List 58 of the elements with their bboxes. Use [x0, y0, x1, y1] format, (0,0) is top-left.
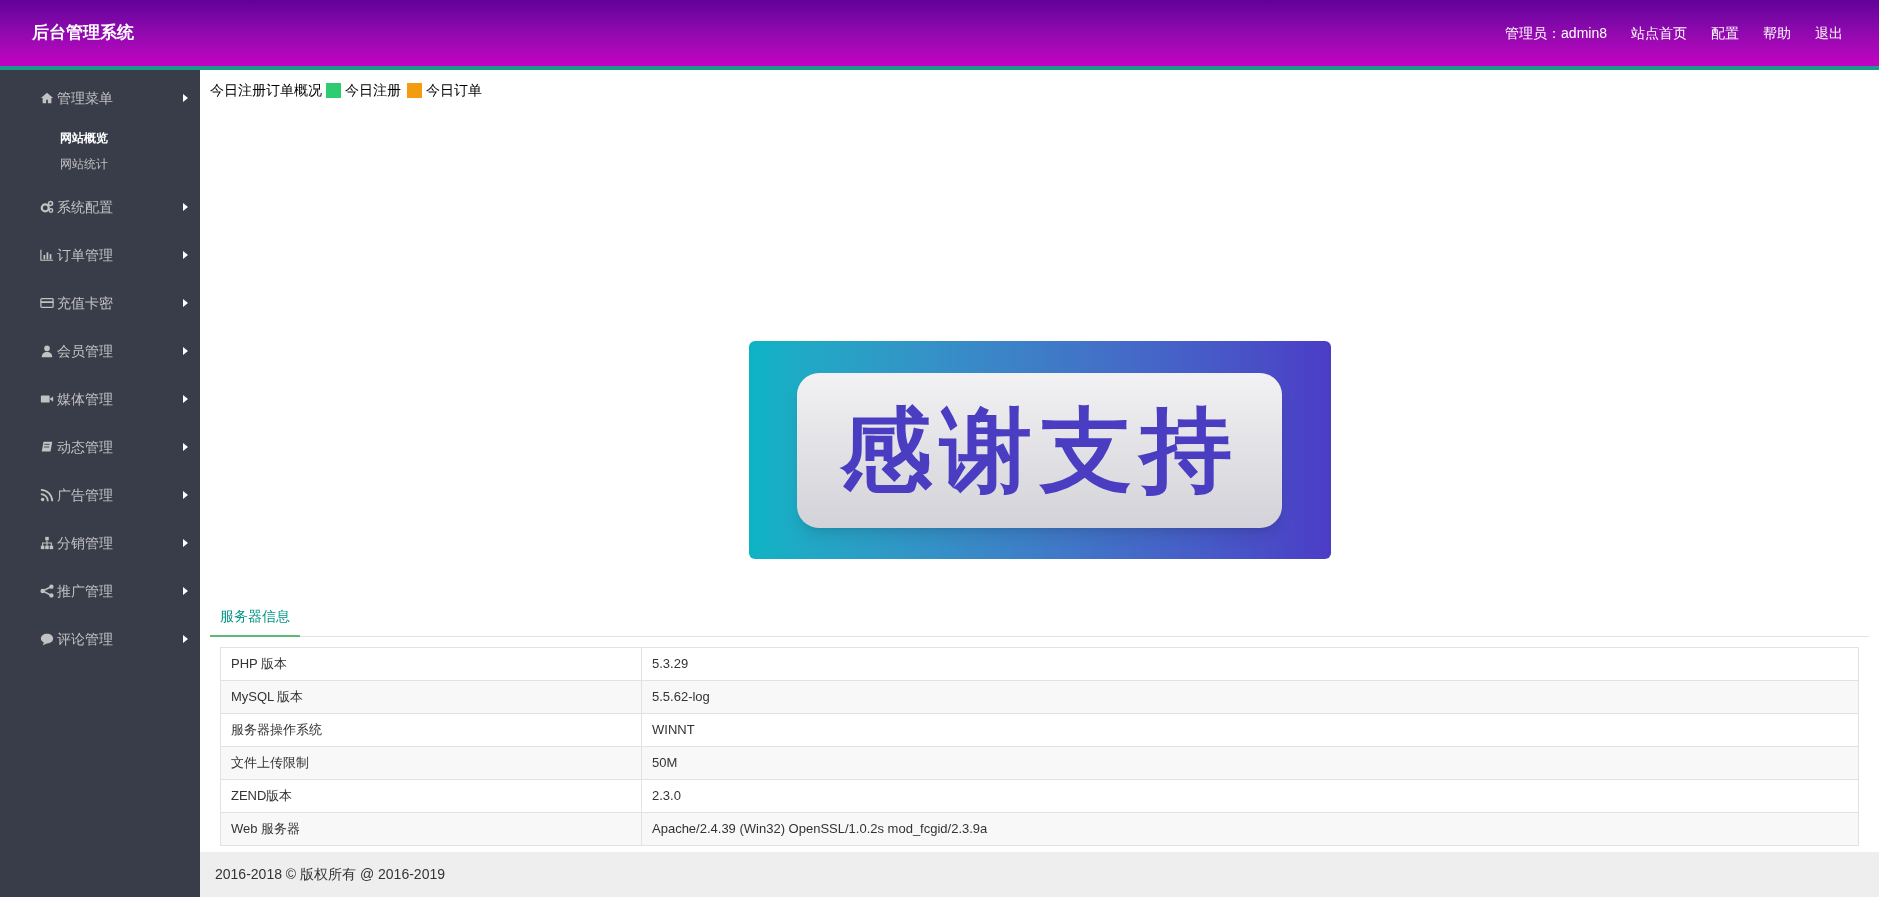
table-cell: ZEND版本 [220, 779, 642, 813]
sidebar-item[interactable]: 分销管理 [0, 523, 200, 563]
table-cell: MySQL 版本 [220, 680, 642, 714]
submenu-item[interactable]: 网站概览 [0, 125, 200, 151]
home-icon [40, 91, 54, 105]
table-cell: 5.3.29 [641, 647, 1859, 681]
legend-label: 今日订单 [426, 81, 482, 100]
caret-icon [183, 491, 188, 499]
bar-chart-icon [40, 248, 54, 262]
table-cell: 2.3.0 [641, 779, 1859, 813]
nav-link[interactable]: 退出 [1815, 22, 1843, 44]
sidebar-item[interactable]: 充值卡密 [0, 283, 200, 323]
share-icon [40, 584, 54, 598]
book-icon [40, 440, 54, 454]
caret-icon [183, 299, 188, 307]
rss-icon [40, 488, 54, 502]
caret-icon [183, 587, 188, 595]
caret-icon [183, 347, 188, 355]
table-cell: 文件上传限制 [220, 746, 642, 780]
gears-icon [40, 200, 54, 214]
table-cell: 5.5.62-log [641, 680, 1859, 714]
caret-icon [183, 395, 188, 403]
sidebar-item[interactable]: 广告管理 [0, 475, 200, 515]
nav-link[interactable]: 站点首页 [1631, 22, 1687, 44]
credit-card-icon [40, 296, 54, 310]
caret-icon [183, 94, 188, 102]
caret-icon [183, 443, 188, 451]
table-cell: Web 服务器 [220, 812, 642, 846]
copyright-text: 2016-2018 © 版权所有 @ 2016-2019 [215, 865, 445, 884]
caret-icon [183, 635, 188, 643]
tab[interactable]: 服务器信息 [210, 597, 300, 637]
sitemap-icon [40, 536, 54, 550]
banner-text: 感谢支持 [839, 404, 1240, 496]
sidebar-item[interactable]: 评论管理 [0, 619, 200, 659]
caret-icon [183, 203, 188, 211]
caret-icon [183, 539, 188, 547]
sidebar-item[interactable]: 媒体管理 [0, 379, 200, 419]
table-cell: Apache/2.4.39 (Win32) OpenSSL/1.0.2s mod_fcgid/2.3.9a [641, 812, 1859, 846]
caret-icon [183, 251, 188, 259]
submenu-item[interactable]: 网站统计 [0, 151, 200, 177]
table-cell: 50M [641, 746, 1859, 780]
sidebar-item[interactable]: 推广管理 [0, 571, 200, 611]
app-title: 后台管理系统 [32, 22, 134, 45]
table-cell: 服务器操作系统 [220, 713, 642, 747]
table-cell: PHP 版本 [220, 647, 642, 681]
chart-title: 今日注册订单概况 [210, 81, 322, 100]
sidebar-item[interactable]: 订单管理 [0, 235, 200, 275]
nav-link[interactable]: 帮助 [1763, 22, 1791, 44]
table-cell: WINNT [641, 713, 1859, 747]
admin-label: 管理员：admin8 [1505, 23, 1607, 43]
sidebar-item[interactable]: 管理菜单 [0, 78, 200, 118]
user-icon [40, 344, 54, 358]
sidebar-item[interactable]: 会员管理 [0, 331, 200, 371]
speech-bubble-icon [40, 632, 54, 646]
legend-label: 今日注册 [345, 81, 401, 100]
sidebar-item[interactable]: 动态管理 [0, 427, 200, 467]
nav-link[interactable]: 配置 [1711, 22, 1739, 44]
sidebar-item[interactable]: 系统配置 [0, 187, 200, 227]
